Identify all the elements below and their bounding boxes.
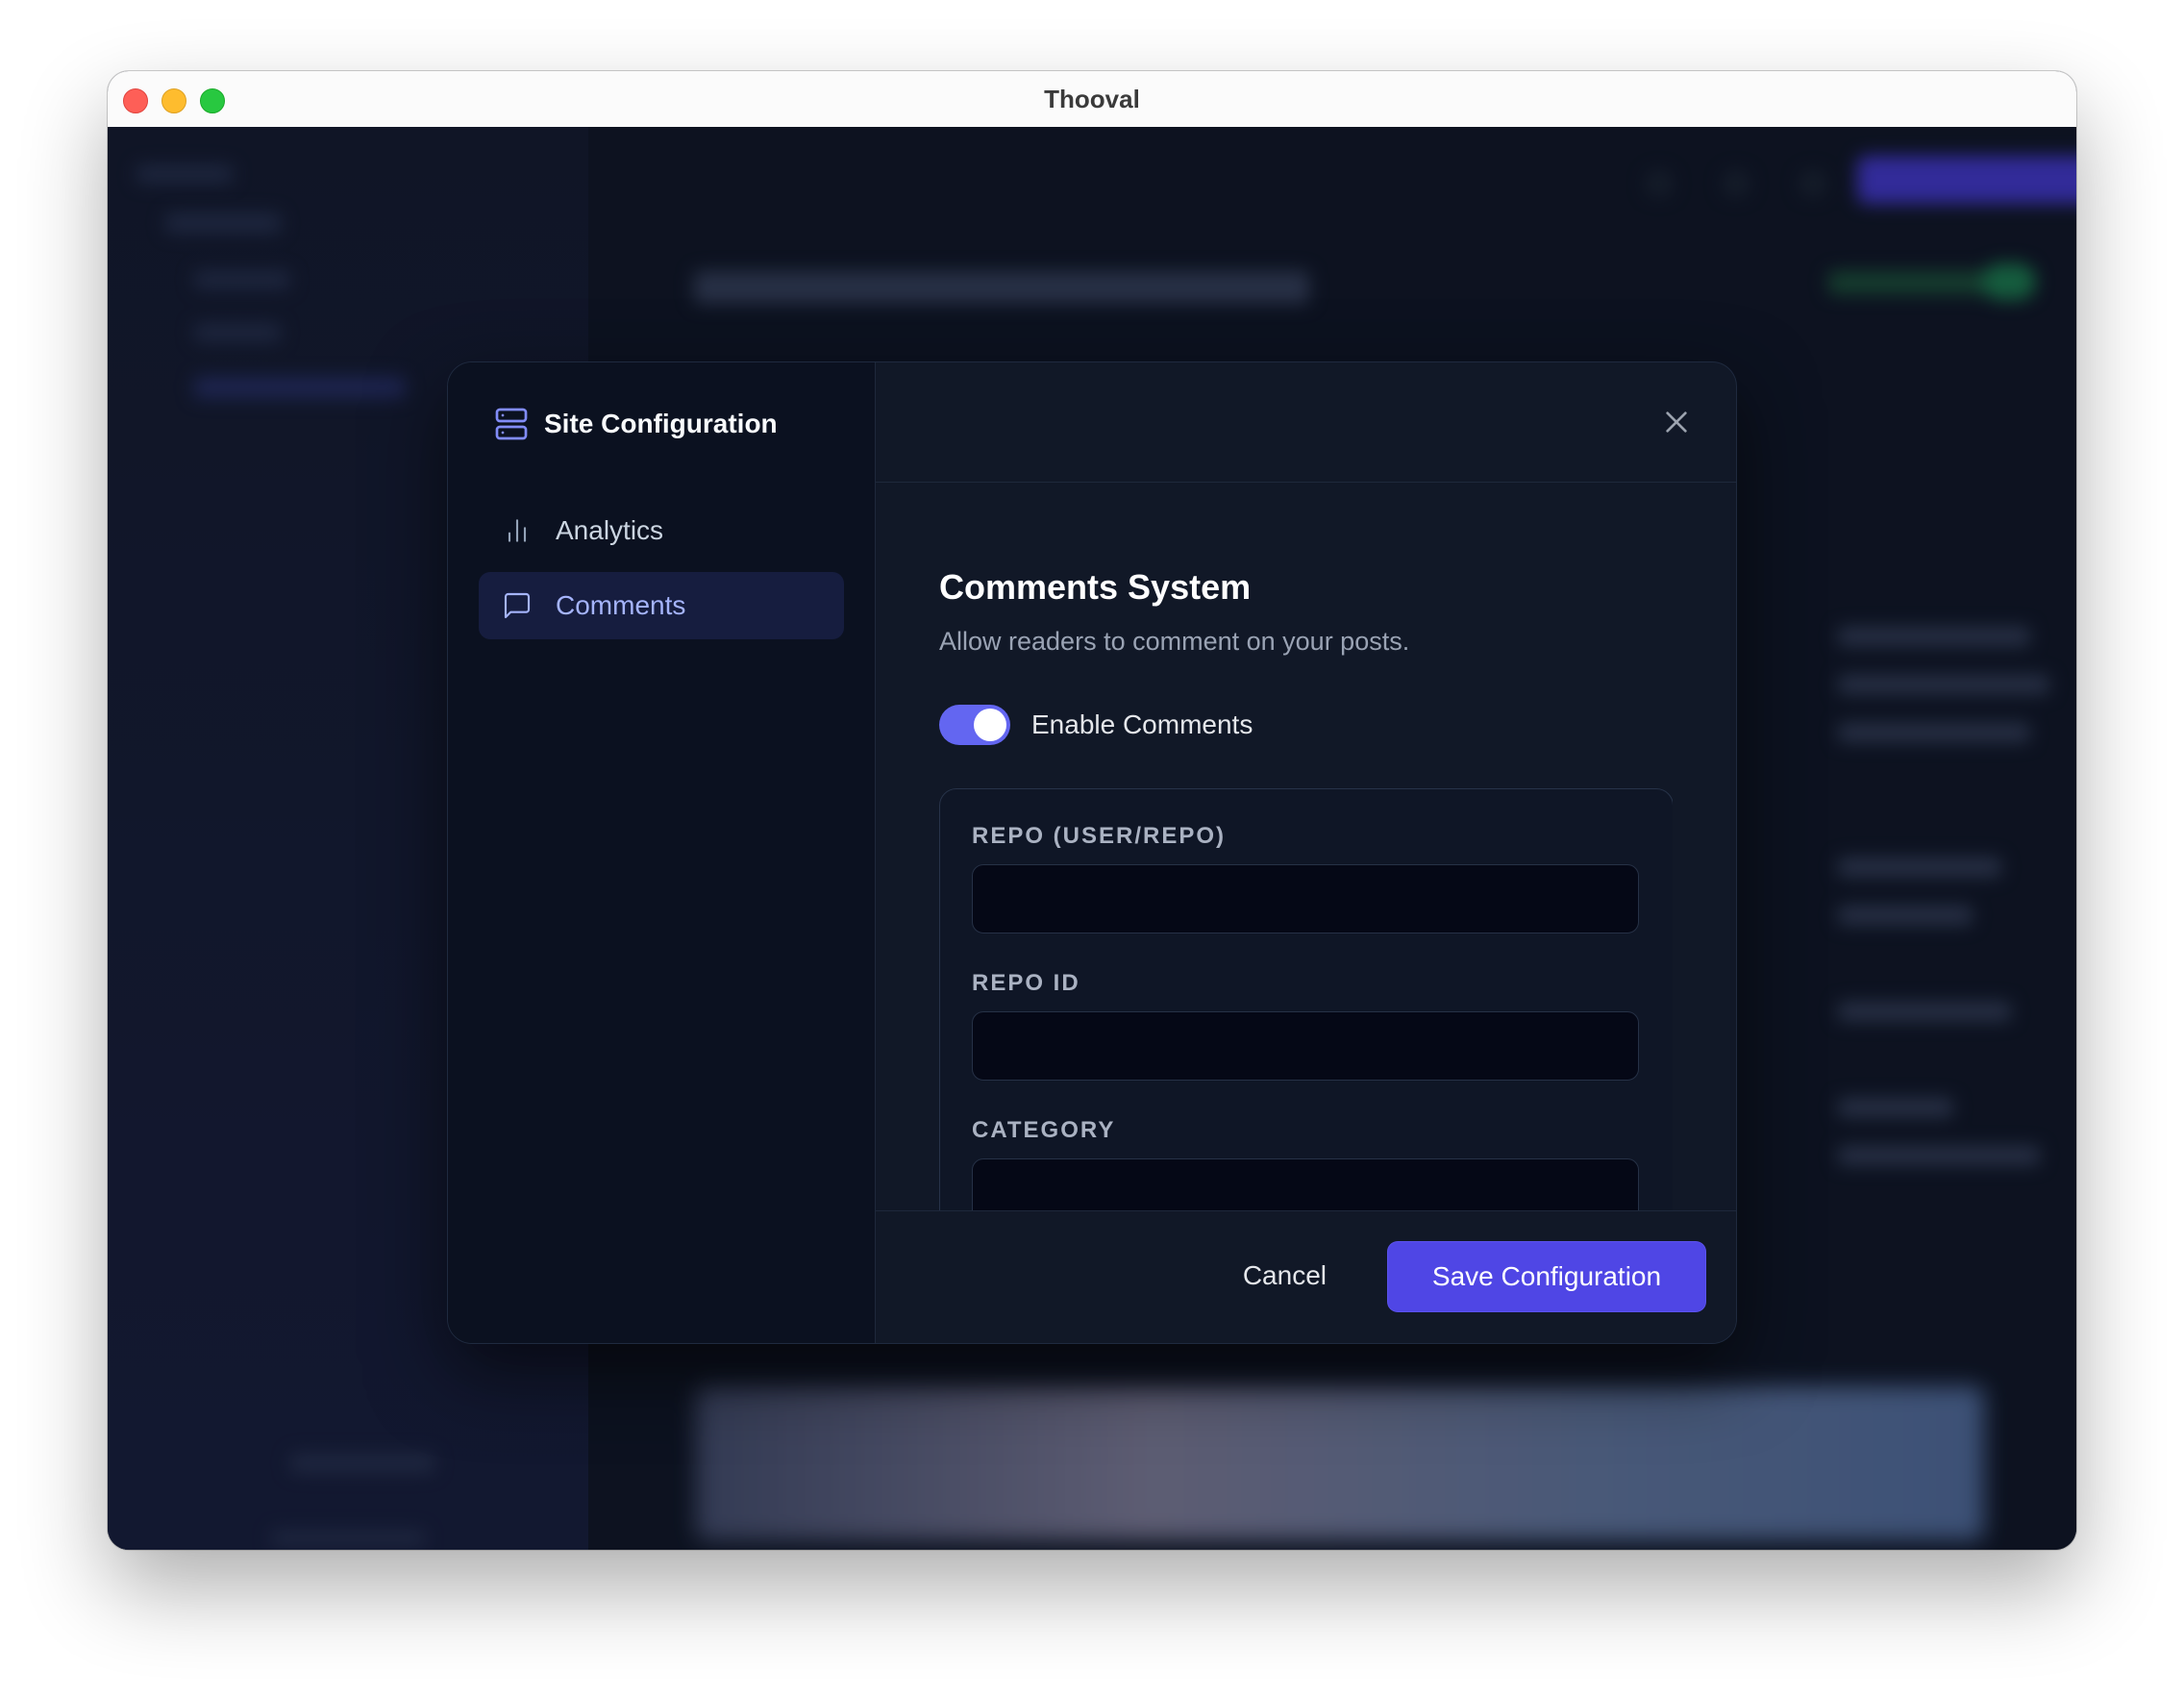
modal-header [876,362,1736,483]
repo-id-input[interactable] [972,1011,1639,1081]
modal-sidebar-header: Site Configuration [494,407,778,441]
nav-item-label: Comments [556,590,686,620]
site-configuration-modal: Site Configuration Analytics Comments Co… [447,361,1737,1344]
section-description: Allow readers to comment on your posts. [939,627,1410,656]
title-bar: Thooval [108,71,2076,128]
nav-item-label: Analytics [556,515,664,545]
nav-item-analytics[interactable]: Analytics [479,497,844,564]
cancel-button[interactable]: Cancel [1237,1259,1332,1292]
server-icon [495,408,528,440]
category-field-label: CATEGORY [972,1117,1116,1143]
toggle-knob [974,709,1006,741]
app-window: Thooval Site Configuration Analytics Com… [108,71,2076,1550]
modal-main-panel: Comments System Allow readers to comment… [876,362,1736,1343]
close-icon[interactable] [1661,407,1692,437]
section-title: Comments System [939,567,1252,607]
modal-content: Comments System Allow readers to comment… [939,483,1673,1210]
repo-id-field-label: REPO ID [972,970,1080,996]
modal-title: Site Configuration [544,409,778,438]
category-input[interactable] [972,1158,1639,1210]
enable-comments-label: Enable Comments [1031,709,1253,739]
repo-field-label: REPO (USER/REPO) [972,823,1227,849]
comments-settings-panel: REPO (USER/REPO) REPO ID CATEGORY [939,788,1673,1210]
modal-footer: Cancel Save Configuration [876,1210,1736,1343]
message-square-icon [504,592,531,619]
bar-chart-icon [508,519,527,542]
enable-comments-toggle[interactable] [939,705,1010,745]
save-configuration-button[interactable]: Save Configuration [1388,1242,1705,1311]
nav-item-comments[interactable]: Comments [479,572,844,639]
modal-sidebar: Site Configuration Analytics Comments [448,362,876,1343]
window-title: Thooval [1044,85,1140,113]
repo-input[interactable] [972,864,1639,933]
